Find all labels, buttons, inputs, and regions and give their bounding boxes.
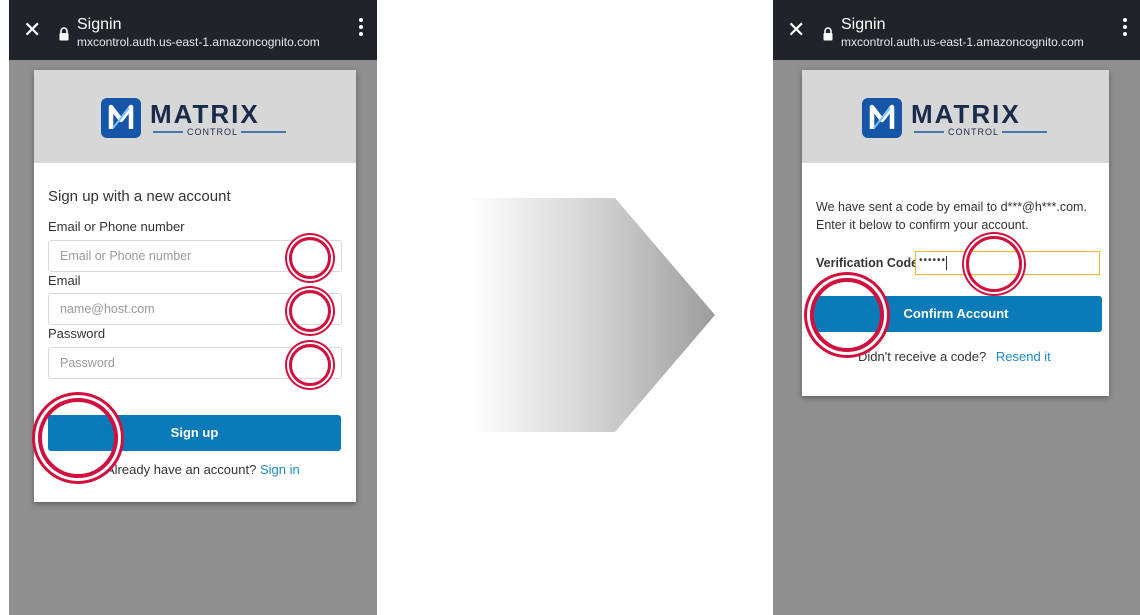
email-or-phone-label: Email or Phone number xyxy=(48,219,185,234)
sign-in-footer: Already have an account? Sign in xyxy=(106,462,300,477)
tap-highlight-email xyxy=(289,290,331,332)
lock-icon xyxy=(59,27,69,41)
card-header: MATRIX CONTROL xyxy=(34,70,356,163)
sign-in-link[interactable]: Sign in xyxy=(260,462,300,477)
tap-highlight-verification-code xyxy=(966,236,1022,292)
matrix-logo-icon: MATRIX CONTROL xyxy=(101,98,286,138)
tap-highlight-confirm-account xyxy=(810,278,884,352)
more-vert-icon[interactable] xyxy=(359,18,363,38)
page-url: mxcontrol.auth.us-east-1.amazoncognito.c… xyxy=(841,35,1084,49)
logo-name: MATRIX xyxy=(150,99,260,129)
browser-top-bar: ✕ Signin mxcontrol.auth.us-east-1.amazon… xyxy=(9,0,377,60)
page-title: Signin xyxy=(77,16,122,33)
logo-name: MATRIX xyxy=(911,99,1021,129)
password-label: Password xyxy=(48,326,106,341)
password-placeholder: Password xyxy=(60,356,115,370)
email-placeholder: name@host.com xyxy=(60,302,155,316)
more-vert-icon[interactable] xyxy=(1123,18,1127,38)
close-icon[interactable]: ✕ xyxy=(23,19,41,41)
card-header: MATRIX CONTROL xyxy=(802,70,1109,163)
email-label: Email xyxy=(48,273,81,288)
resend-link[interactable]: Resend it xyxy=(996,349,1051,364)
resend-footer: Didn't receive a code? Resend it xyxy=(858,349,1051,364)
page-title: Signin xyxy=(841,16,886,33)
code-sent-line1: We have sent a code by email to d***@h**… xyxy=(816,200,1087,214)
email-or-phone-placeholder: Email or Phone number xyxy=(60,249,192,263)
tap-highlight-sign-up xyxy=(38,398,118,478)
close-icon[interactable]: ✕ xyxy=(787,19,805,41)
tap-highlight-password xyxy=(289,344,331,386)
logo-sub: CONTROL xyxy=(187,127,238,137)
sign-in-prompt: Already have an account? xyxy=(106,462,257,477)
code-sent-line2: Enter it below to confirm your account. xyxy=(816,218,1029,232)
resend-prompt: Didn't receive a code? xyxy=(858,349,987,364)
verification-code-label: Verification Code xyxy=(816,256,919,270)
verification-code-value: •••••• xyxy=(919,255,947,266)
browser-top-bar: ✕ Signin mxcontrol.auth.us-east-1.amazon… xyxy=(773,0,1140,60)
logo-sub: CONTROL xyxy=(948,127,999,137)
tap-highlight-email-or-phone xyxy=(289,237,331,279)
arrow-right-icon xyxy=(469,198,715,432)
lock-icon xyxy=(823,27,833,41)
text-cursor xyxy=(946,256,947,270)
signup-heading: Sign up with a new account xyxy=(48,188,231,205)
matrix-logo-icon: MATRIX CONTROL xyxy=(862,98,1047,138)
page-url: mxcontrol.auth.us-east-1.amazoncognito.c… xyxy=(77,35,320,49)
code-sent-message: We have sent a code by email to d***@h**… xyxy=(816,198,1116,234)
